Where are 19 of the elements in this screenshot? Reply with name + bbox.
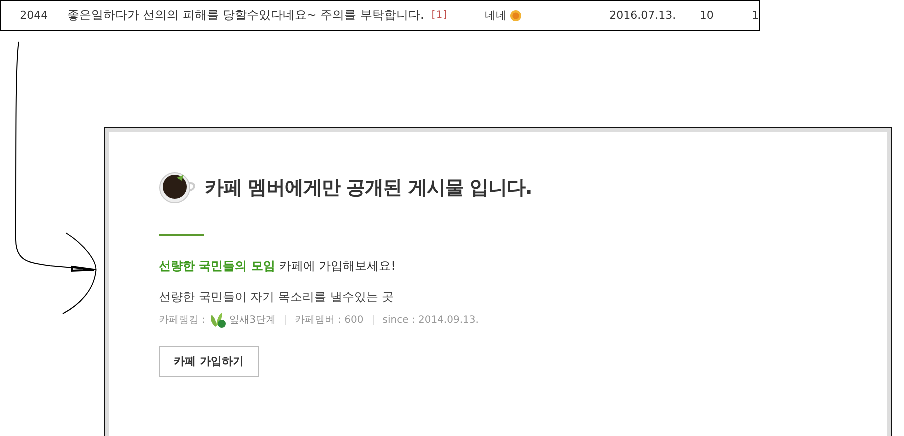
view-count: 10: [698, 9, 715, 22]
member-count: 카페멤버 : 600: [294, 314, 364, 327]
like-count: 1: [751, 9, 759, 22]
sun-icon: [510, 10, 522, 22]
leaf-icon: [208, 312, 227, 328]
post-author[interactable]: 네네: [485, 8, 508, 23]
ranking-level: 잎새3단계: [230, 314, 276, 327]
post-title[interactable]: 좋은일하다가 선의의 피해를 당할수있다네요~ 주의를 부탁합니다.: [67, 7, 424, 24]
cafe-name-link[interactable]: 선량한 국민들의 모임: [159, 258, 276, 275]
cafe-description: 선량한 국민들이 자기 목소리를 낼수있는 곳: [159, 289, 396, 306]
invite-text: 카페에 가입해보세요!: [279, 258, 396, 275]
since-date: since : 2014.09.13.: [382, 314, 479, 326]
ranking-label: 카페랭킹 :: [159, 314, 206, 327]
notice-heading: 카페 멤버에게만 공개된 게시물 입니다.: [205, 176, 532, 201]
coffee-cup-icon: [159, 172, 197, 204]
post-date: 2016.07.13.: [608, 9, 678, 22]
comment-count[interactable]: [1]: [430, 10, 448, 21]
join-cafe-button[interactable]: 카페 가입하기: [159, 346, 259, 377]
post-number: 2044: [19, 9, 50, 22]
